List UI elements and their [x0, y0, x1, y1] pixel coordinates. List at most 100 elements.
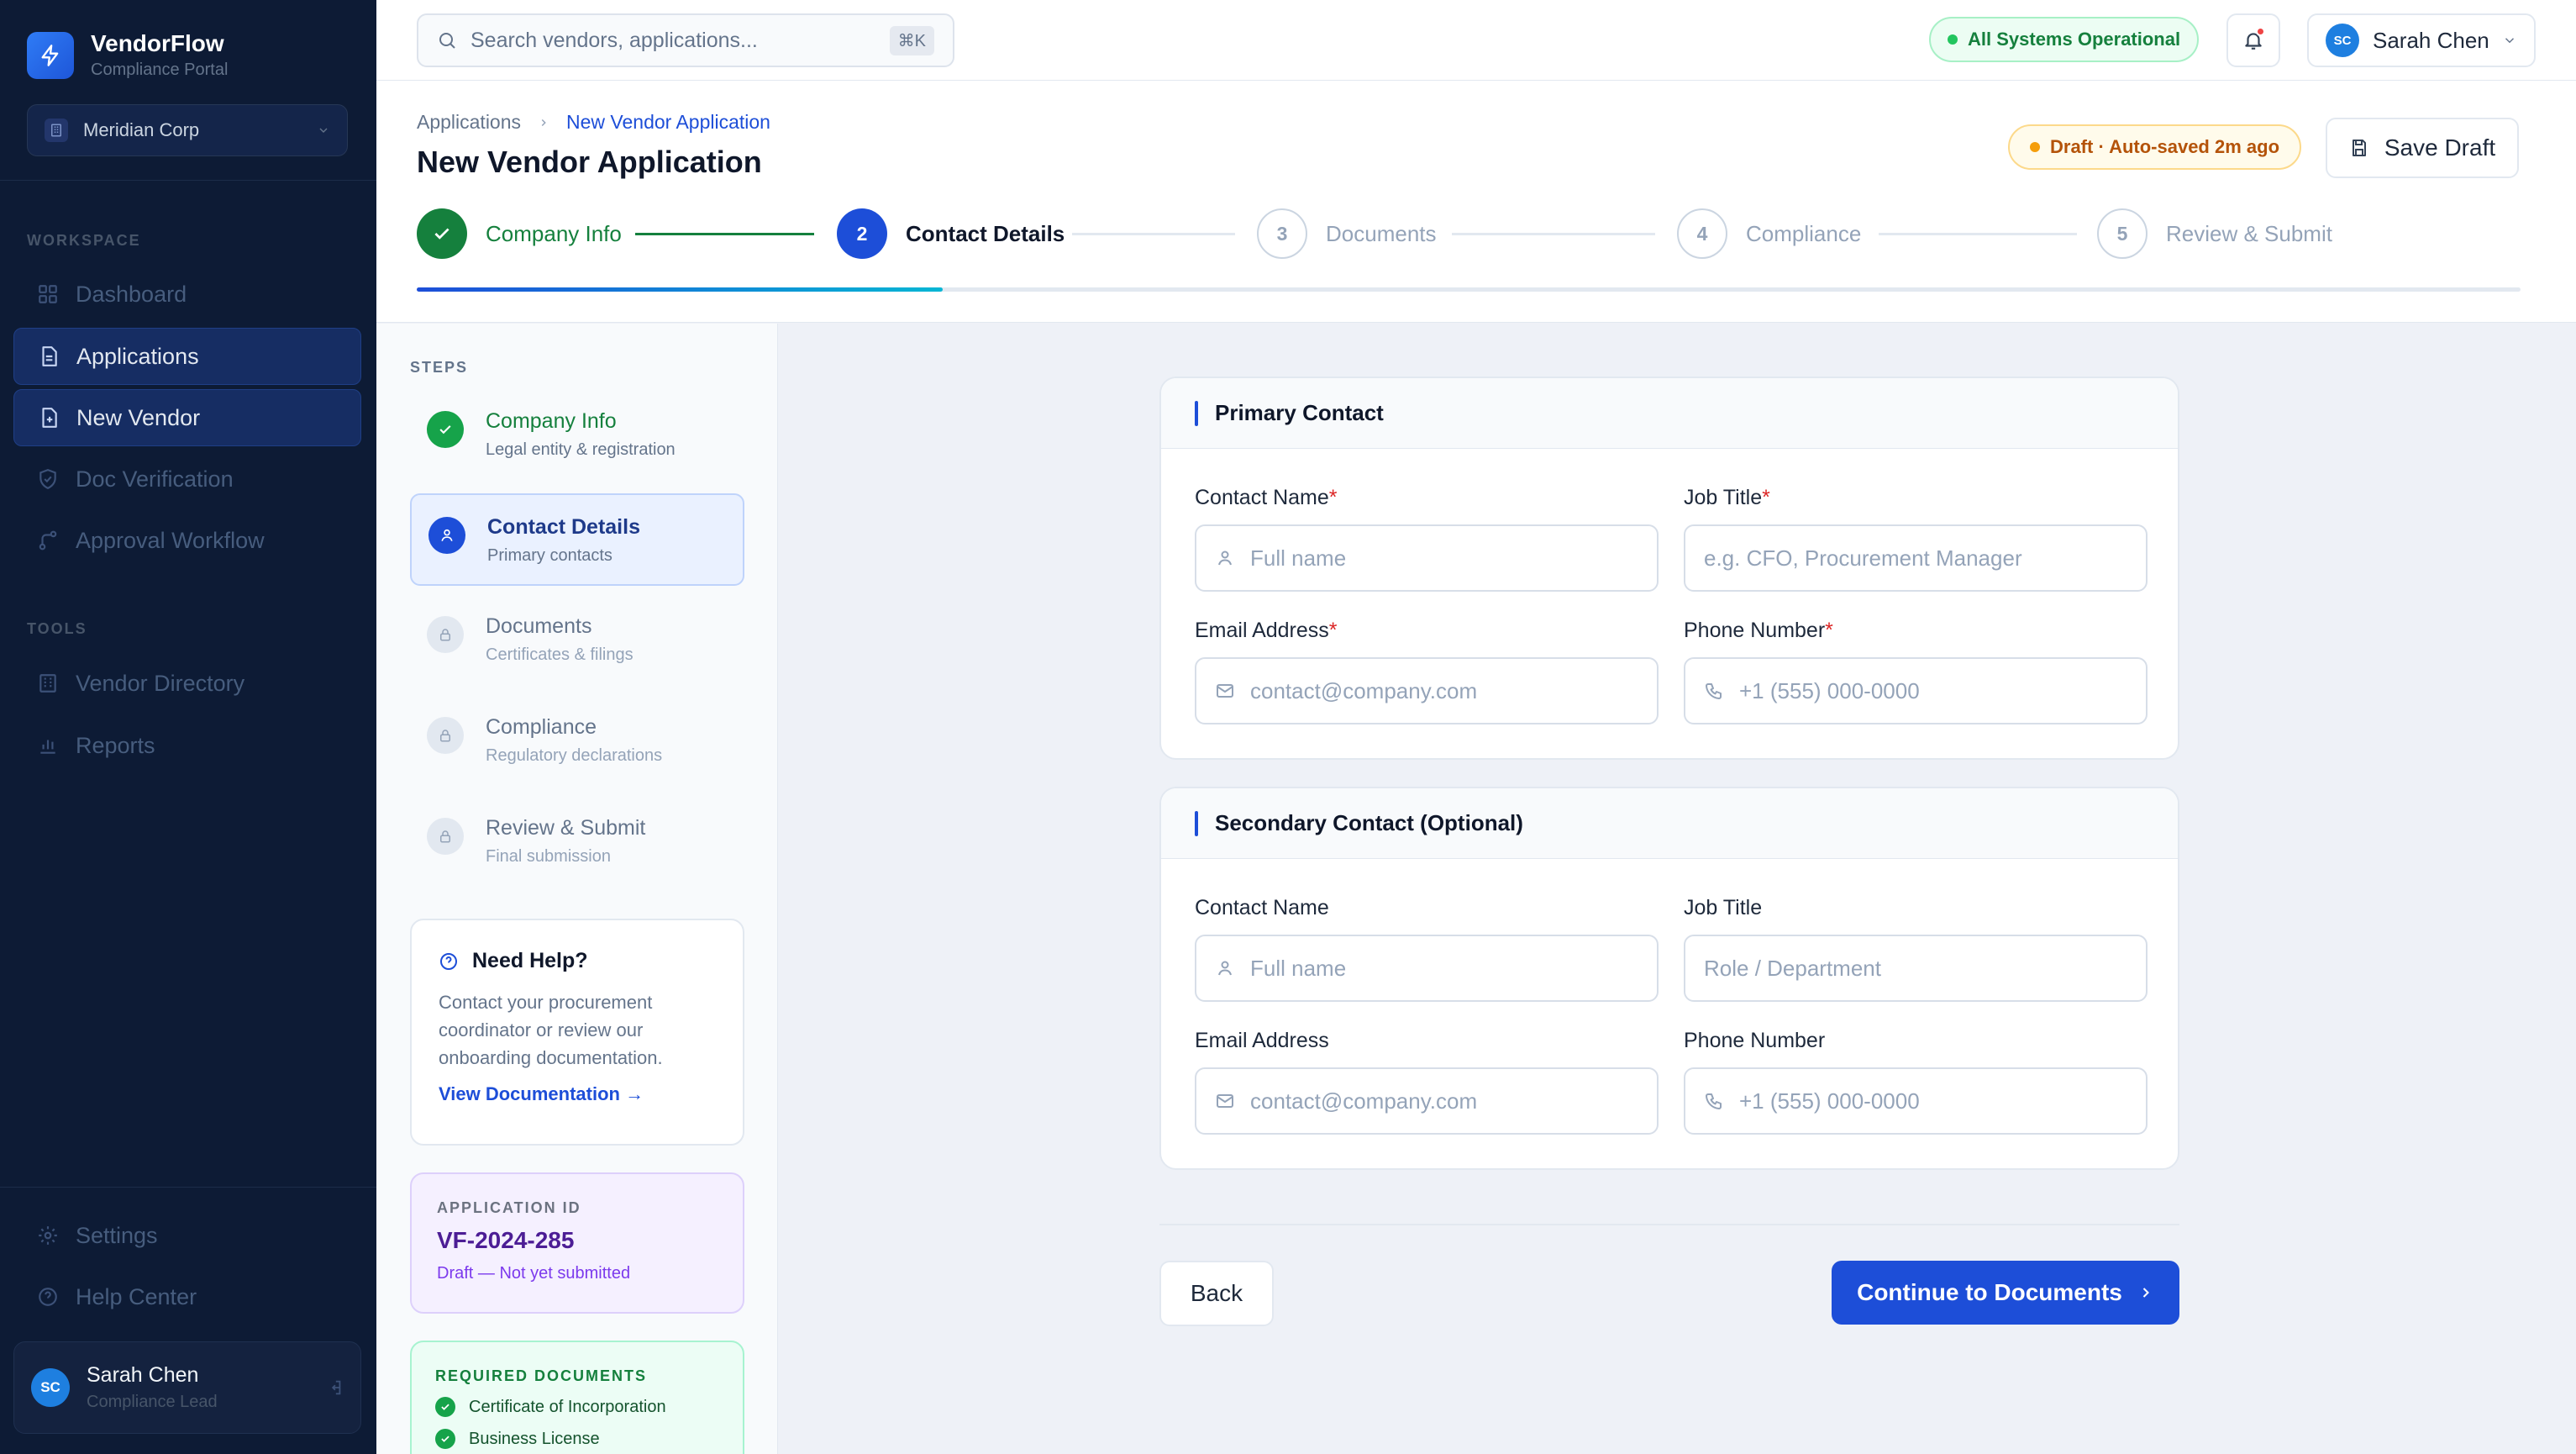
vertical-step-company-info[interactable]: Company Info Legal entity & registration — [410, 389, 744, 482]
sidebar-item-label: Applications — [76, 343, 199, 369]
sidebar-item-applications[interactable]: Applications — [13, 328, 361, 385]
sidebar-item-dashboard[interactable]: Dashboard — [13, 266, 361, 323]
input-placeholder: Full name — [1250, 545, 1347, 571]
notifications-button[interactable] — [2226, 13, 2280, 67]
step-compliance[interactable]: 4 Compliance — [1677, 208, 1861, 259]
primary-phone-input[interactable]: +1 (555) 000-0000 — [1684, 657, 2148, 724]
search-input[interactable]: Search vendors, applications... ⌘K — [417, 13, 954, 67]
app-name: VendorFlow — [91, 30, 224, 56]
check-icon — [435, 1397, 455, 1417]
lightning-logo-icon — [27, 31, 74, 79]
workflow-icon — [35, 528, 60, 553]
steps-panel: STEPS Company Info Legal entity & regist… — [376, 324, 778, 1454]
sidebar-item-vendor-directory[interactable]: Vendor Directory — [13, 655, 361, 712]
avatar: SC — [2326, 24, 2359, 57]
breadcrumb-applications[interactable]: Applications — [417, 111, 521, 134]
input-placeholder: +1 (555) 000-0000 — [1739, 1088, 1920, 1114]
step-company-info[interactable]: Company Info — [417, 208, 622, 259]
sidebar-item-label: Settings — [76, 1222, 158, 1248]
brand[interactable]: VendorFlow Compliance Portal — [27, 30, 228, 80]
sidebar-item-label: Vendor Directory — [76, 670, 245, 696]
org-selector[interactable]: Meridian Corp — [27, 104, 348, 156]
user-menu-button[interactable]: SC Sarah Chen — [2307, 13, 2536, 67]
logout-icon[interactable] — [325, 1378, 344, 1397]
user-name: Sarah Chen — [87, 1363, 199, 1387]
required-documents-card: REQUIRED DOCUMENTS Certificate of Incorp… — [410, 1341, 744, 1454]
sidebar-item-label: Dashboard — [76, 281, 187, 307]
step-documents[interactable]: 3 Documents — [1257, 208, 1437, 259]
required-mark: * — [1762, 486, 1770, 509]
sidebar-item-new-vendor[interactable]: New Vendor — [13, 389, 361, 446]
step-contact-details[interactable]: 2 Contact Details — [837, 208, 1065, 259]
user-icon — [1215, 548, 1235, 568]
primary-contact-card: Primary Contact Contact Name* Full name … — [1159, 377, 2179, 760]
chevron-right-icon — [538, 117, 549, 129]
step-number: 5 — [2097, 208, 2148, 259]
secondary-contact-name-input[interactable]: Full name — [1195, 935, 1659, 1002]
vertical-step-review-submit[interactable]: Review & Submit Final submission — [410, 796, 744, 888]
progress-bar — [417, 287, 2521, 292]
app-subtitle: Compliance Portal — [91, 61, 229, 79]
bar-chart-icon — [35, 733, 60, 758]
vertical-step-subtitle: Certificates & filings — [486, 645, 633, 664]
sidebar-item-approval-workflow[interactable]: Approval Workflow — [13, 512, 361, 569]
check-icon — [435, 1429, 455, 1449]
secondary-email-label: Email Address — [1195, 1029, 1329, 1052]
required-document-name: Certificate of Incorporation — [469, 1397, 666, 1416]
primary-phone-label: Phone Number* — [1684, 619, 1833, 642]
primary-email-label: Email Address* — [1195, 619, 1338, 642]
vertical-step-documents[interactable]: Documents Certificates & filings — [410, 594, 744, 687]
save-draft-label: Save Draft — [2384, 134, 2496, 161]
back-button[interactable]: Back — [1159, 1261, 1274, 1326]
sidebar-item-label: Doc Verification — [76, 466, 234, 492]
phone-icon — [1704, 681, 1724, 701]
help-circle-icon — [35, 1284, 60, 1309]
sidebar-item-label: Approval Workflow — [76, 527, 265, 553]
secondary-email-input[interactable]: contact@company.com — [1195, 1067, 1659, 1135]
vertical-step-title: Review & Submit — [486, 816, 646, 840]
phone-icon — [1704, 1091, 1724, 1111]
secondary-job-title-input[interactable]: Role / Department — [1684, 935, 2148, 1002]
required-documents-label: REQUIRED DOCUMENTS — [435, 1367, 648, 1384]
system-status-badge: All Systems Operational — [1929, 17, 2200, 62]
status-dot — [1948, 34, 1958, 45]
save-draft-button[interactable]: Save Draft — [2326, 118, 2519, 178]
primary-email-input[interactable]: contact@company.com — [1195, 657, 1659, 724]
mail-icon — [1215, 681, 1235, 701]
user-name: Sarah Chen — [2373, 27, 2489, 53]
continue-button[interactable]: Continue to Documents — [1832, 1261, 2179, 1325]
primary-job-label: Job Title* — [1684, 486, 1770, 509]
sidebar: VendorFlow Compliance Portal Meridian Co… — [0, 0, 376, 1454]
sidebar-item-reports[interactable]: Reports — [13, 717, 361, 774]
secondary-phone-input[interactable]: +1 (555) 000-0000 — [1684, 1067, 2148, 1135]
primary-contact-name-input[interactable]: Full name — [1195, 524, 1659, 592]
chevron-down-icon — [2502, 33, 2517, 48]
vertical-step-compliance[interactable]: Compliance Regulatory declarations — [410, 695, 744, 788]
search-icon — [437, 30, 457, 50]
step-label: Review & Submit — [2166, 220, 2332, 246]
check-icon — [427, 411, 464, 448]
document-icon — [36, 344, 61, 369]
step-review-submit[interactable]: 5 Review & Submit — [2097, 208, 2332, 259]
primary-job-title-input[interactable]: e.g. CFO, Procurement Manager — [1684, 524, 2148, 592]
search-shortcut: ⌘K — [889, 25, 934, 55]
input-placeholder: contact@company.com — [1250, 677, 1478, 703]
vertical-step-contact-details[interactable]: Contact Details Primary contacts — [410, 493, 744, 586]
application-id-label: APPLICATION ID — [437, 1199, 581, 1216]
vertical-step-title: Company Info — [486, 409, 617, 433]
lock-icon — [427, 818, 464, 855]
sidebar-user-card[interactable]: SC Sarah Chen Compliance Lead — [13, 1341, 361, 1434]
help-card: Need Help? Contact your procurement coor… — [410, 919, 744, 1146]
lock-icon — [427, 717, 464, 754]
sidebar-item-doc-verification[interactable]: Doc Verification — [13, 450, 361, 508]
view-documentation-link[interactable]: View Documentation → — [439, 1083, 716, 1105]
secondary-contact-title: Secondary Contact (Optional) — [1215, 810, 1523, 835]
add-document-icon — [36, 405, 61, 430]
application-id-value: VF-2024-285 — [437, 1227, 575, 1253]
sidebar-item-help-center[interactable]: Help Center — [13, 1268, 361, 1325]
input-placeholder: Role / Department — [1704, 955, 1881, 981]
step-connector — [1879, 233, 2077, 235]
stepper: Company Info 2 Contact Details 3 Documen… — [417, 208, 2521, 259]
lock-icon — [427, 616, 464, 653]
sidebar-item-settings[interactable]: Settings — [13, 1207, 361, 1264]
